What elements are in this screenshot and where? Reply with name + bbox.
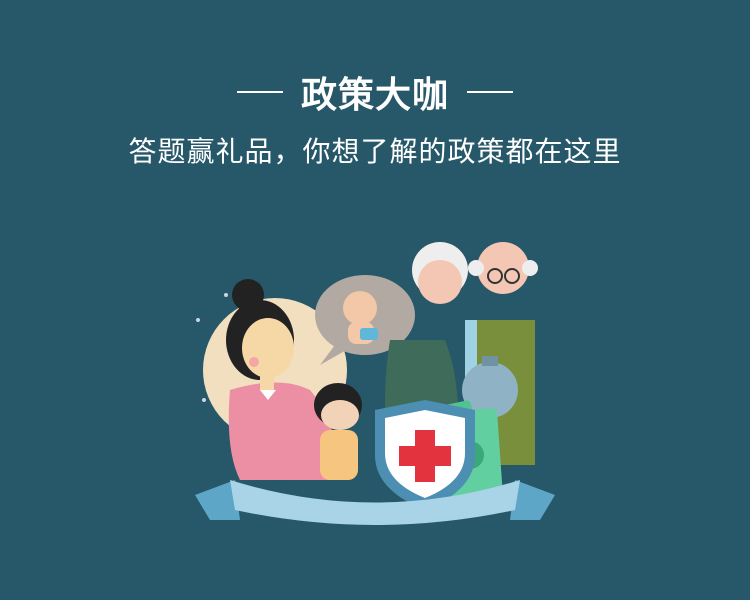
ribbon-banner bbox=[195, 480, 555, 525]
sparkle bbox=[202, 398, 206, 402]
sparkle bbox=[196, 318, 200, 322]
title-right-dash bbox=[467, 91, 513, 93]
sparkle bbox=[224, 293, 228, 297]
title-left-dash bbox=[236, 91, 283, 93]
title-row: 政策大咖 bbox=[0, 66, 750, 118]
family-policy-illustration bbox=[195, 242, 555, 525]
page-title: 政策大咖 bbox=[300, 75, 449, 116]
page-subtitle: 答题赢礼品，你想了解的政策都在这里 bbox=[128, 135, 622, 168]
